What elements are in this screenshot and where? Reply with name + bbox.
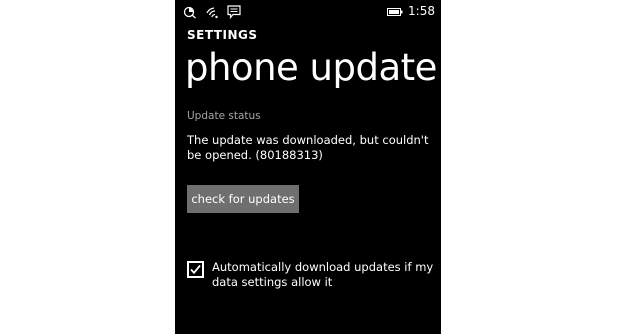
update-status-label: Update status [187,110,261,122]
auto-download-checkbox[interactable] [187,261,204,278]
update-status-message: The update was downloaded, but couldn't … [187,133,429,162]
auto-download-setting[interactable]: Automatically download updates if my dat… [187,260,437,294]
clock-time: 1:58 [408,4,435,18]
auto-download-label: Automatically download updates if my dat… [212,260,434,289]
status-bar: 1:58 [175,0,441,24]
battery-icon [387,4,403,18]
phone-screen: 1:58 SETTINGS phone update Update status… [175,0,441,334]
message-icon [227,4,241,20]
check-for-updates-button[interactable]: check for updates [187,185,299,213]
checkmark-icon [190,264,201,275]
section-header: SETTINGS [187,28,258,42]
page-title: phone update [185,46,437,89]
wifi-icon [206,4,220,19]
data-sense-icon [183,4,197,19]
